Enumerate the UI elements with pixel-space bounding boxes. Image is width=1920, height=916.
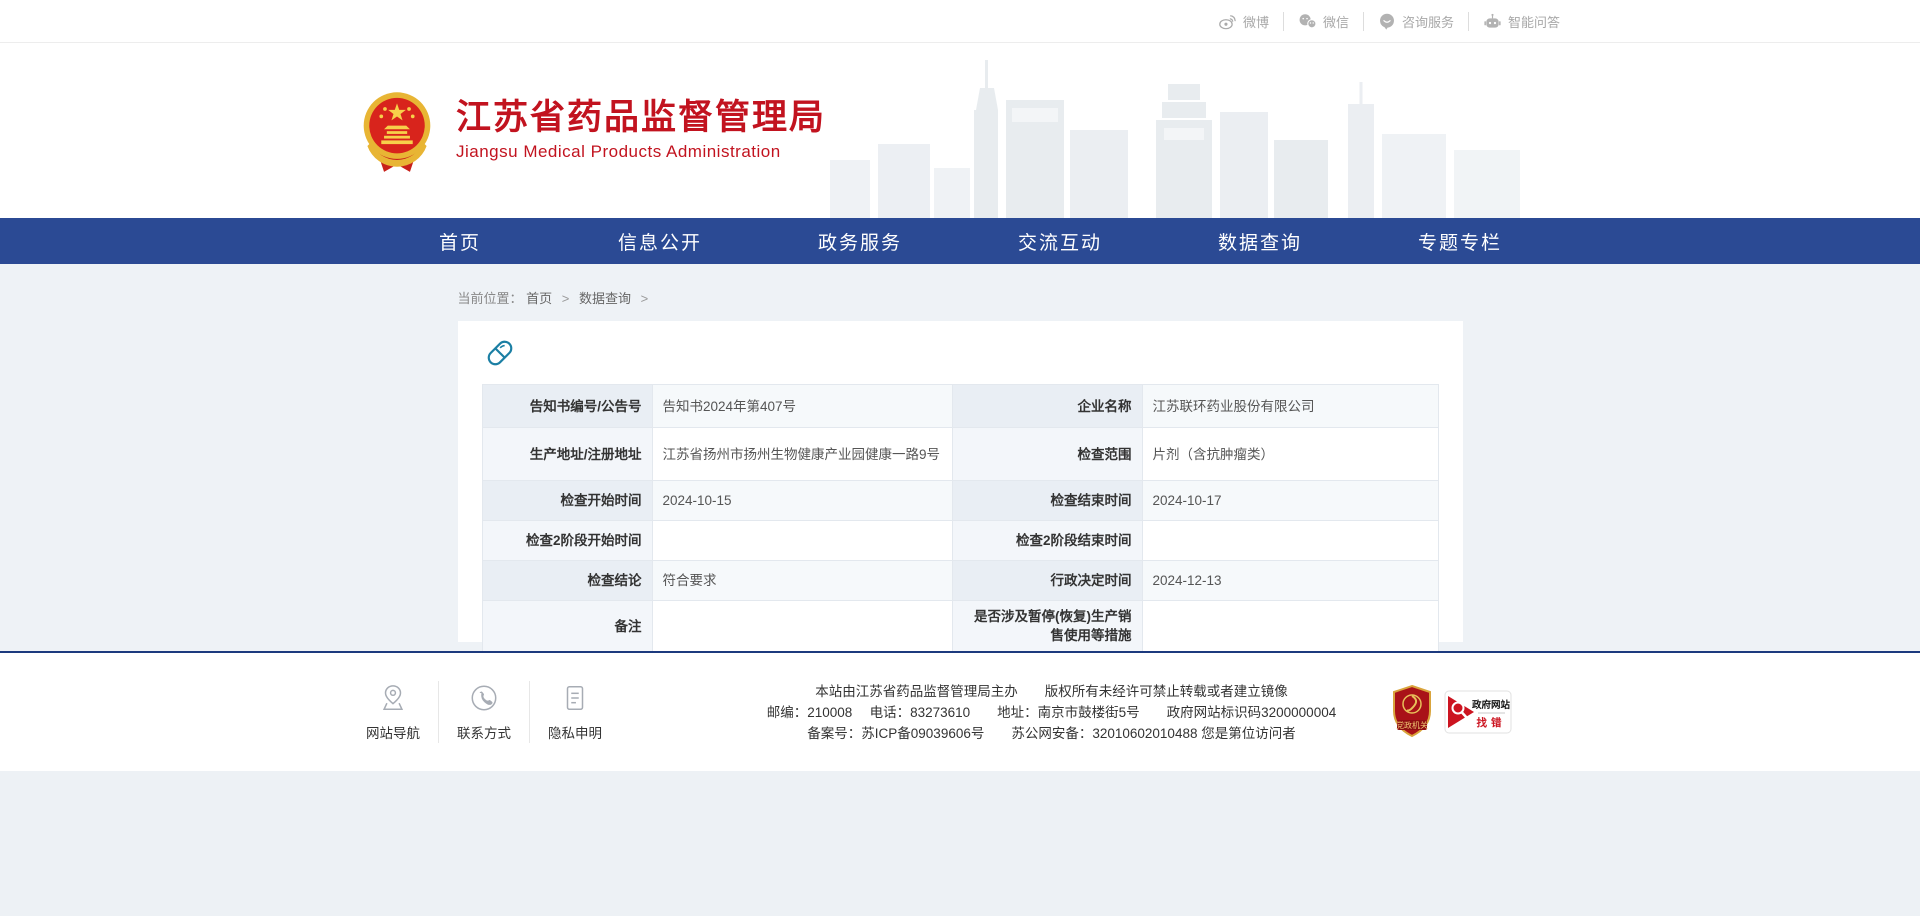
find-badge-bottom-label: 找错 xyxy=(1477,716,1506,729)
breadcrumb-data-query-link[interactable]: 数据查询 xyxy=(579,291,631,306)
consult-service-link[interactable]: 咨询服务 xyxy=(1363,12,1468,31)
footer-line-2: 邮编：210008 电话：83273610 地址：南京市鼓楼街5号 政府网站标识… xyxy=(767,705,1336,720)
wechat-link[interactable]: 微信 xyxy=(1283,12,1363,31)
field-label: 检查开始时间 xyxy=(482,481,652,521)
site-footer: 网站导航 联系方式 xyxy=(0,651,1920,771)
field-label: 生产地址/注册地址 xyxy=(482,428,652,481)
privacy-doc-icon xyxy=(560,683,590,713)
footer-separator xyxy=(529,681,530,743)
footer-privacy-label: 隐私申明 xyxy=(548,722,602,742)
party-gov-shield-badge[interactable]: 党政机关 xyxy=(1390,684,1434,740)
field-value: 片剂（含抗肿瘤类） xyxy=(1142,428,1438,481)
chat-icon xyxy=(1378,13,1396,30)
weibo-link[interactable]: 微博 xyxy=(1204,12,1283,31)
table-row: 备注 是否涉及暂停(恢复)生产销售使用等措施 xyxy=(482,601,1438,652)
field-value xyxy=(1142,521,1438,561)
main-content: 当前位置： 首页 > 数据查询 > 告知书编号/公告号 告知书2024年第407… xyxy=(0,264,1920,651)
breadcrumb-home-link[interactable]: 首页 xyxy=(526,291,552,306)
nav-data-query[interactable]: 数据查询 xyxy=(1160,218,1360,264)
field-value: 告知书2024年第407号 xyxy=(652,385,952,428)
site-subtitle: Jiangsu Medical Products Administration xyxy=(456,142,826,162)
nav-special-topics[interactable]: 专题专栏 xyxy=(1360,218,1560,264)
sub-footer-area xyxy=(0,771,1920,916)
footer-sitemap-link[interactable]: 网站导航 xyxy=(360,683,426,742)
field-value: 2024-10-17 xyxy=(1142,481,1438,521)
main-navigation: 首页 信息公开 政务服务 交流互动 数据查询 专题专栏 xyxy=(0,218,1920,264)
field-label: 检查结论 xyxy=(482,561,652,601)
table-row: 告知书编号/公告号 告知书2024年第407号 企业名称 江苏联环药业股份有限公… xyxy=(482,385,1438,428)
robot-icon xyxy=(1483,13,1502,30)
footer-links: 网站导航 联系方式 xyxy=(360,681,608,743)
field-value: 符合要求 xyxy=(652,561,952,601)
table-row: 检查结论 符合要求 行政决定时间 2024-12-13 xyxy=(482,561,1438,601)
footer-sitemap-label: 网站导航 xyxy=(366,722,420,742)
footer-info-text: 本站由江苏省药品监督管理局主办 版权所有未经许可禁止转载或者建立镜像 邮编：21… xyxy=(608,681,1390,744)
site-header: 江苏省药品监督管理局 Jiangsu Medical Products Admi… xyxy=(0,43,1920,218)
field-label: 检查2阶段开始时间 xyxy=(482,521,652,561)
field-label: 检查结束时间 xyxy=(952,481,1142,521)
table-row: 生产地址/注册地址 江苏省扬州市扬州生物健康产业园健康一路9号 检查范围 片剂（… xyxy=(482,428,1438,481)
wechat-label: 微信 xyxy=(1323,12,1349,31)
field-value xyxy=(652,601,952,652)
national-emblem-logo xyxy=(360,90,434,176)
smart-qa-link[interactable]: 智能问答 xyxy=(1468,12,1560,31)
field-value: 江苏省扬州市扬州生物健康产业园健康一路9号 xyxy=(652,428,952,481)
field-value: 江苏联环药业股份有限公司 xyxy=(1142,385,1438,428)
wechat-icon xyxy=(1298,13,1317,29)
footer-privacy-link[interactable]: 隐私申明 xyxy=(542,683,608,742)
field-value xyxy=(652,521,952,561)
footer-line-1: 本站由江苏省药品监督管理局主办 版权所有未经许可禁止转载或者建立镜像 xyxy=(815,684,1288,699)
find-badge-top-label: 政府网站 xyxy=(1472,699,1511,711)
field-value: 2024-10-15 xyxy=(652,481,952,521)
nav-info-disclosure[interactable]: 信息公开 xyxy=(560,218,760,264)
map-pin-icon xyxy=(378,683,408,713)
nav-gov-services[interactable]: 政务服务 xyxy=(760,218,960,264)
weibo-icon xyxy=(1218,13,1237,30)
breadcrumb-prefix: 当前位置： xyxy=(458,291,523,306)
gov-site-error-report-badge[interactable]: 政府网站 找错 xyxy=(1444,690,1512,734)
breadcrumb-separator: > xyxy=(562,291,570,306)
phone-icon xyxy=(469,683,499,713)
field-label: 备注 xyxy=(482,601,652,652)
footer-line-3: 备案号：苏ICP备09039606号 苏公网安备：32010602010488 … xyxy=(807,726,1295,741)
table-row: 检查开始时间 2024-10-15 检查结束时间 2024-10-17 xyxy=(482,481,1438,521)
field-value xyxy=(1142,601,1438,652)
footer-contact-label: 联系方式 xyxy=(457,722,511,742)
footer-contact-link[interactable]: 联系方式 xyxy=(451,683,517,742)
breadcrumb: 当前位置： 首页 > 数据查询 > xyxy=(458,264,1463,307)
top-utility-bar: 微博 微信 咨询服务 xyxy=(0,0,1920,43)
field-label: 检查2阶段结束时间 xyxy=(952,521,1142,561)
pill-icon xyxy=(484,337,516,369)
nav-interaction[interactable]: 交流互动 xyxy=(960,218,1160,264)
field-label: 行政决定时间 xyxy=(952,561,1142,601)
field-value: 2024-12-13 xyxy=(1142,561,1438,601)
nav-home[interactable]: 首页 xyxy=(360,218,560,264)
field-label: 是否涉及暂停(恢复)生产销售使用等措施 xyxy=(952,601,1142,652)
record-card: 告知书编号/公告号 告知书2024年第407号 企业名称 江苏联环药业股份有限公… xyxy=(458,321,1463,642)
table-row: 检查2阶段开始时间 检查2阶段结束时间 xyxy=(482,521,1438,561)
footer-badges: 党政机关 政府网站 找错 xyxy=(1390,684,1512,740)
smart-qa-label: 智能问答 xyxy=(1508,12,1560,31)
brand-block: 江苏省药品监督管理局 Jiangsu Medical Products Admi… xyxy=(456,99,826,163)
consult-service-label: 咨询服务 xyxy=(1402,12,1454,31)
site-title: 江苏省药品监督管理局 xyxy=(456,99,826,138)
breadcrumb-separator-2: > xyxy=(641,291,649,306)
field-label: 企业名称 xyxy=(952,385,1142,428)
weibo-label: 微博 xyxy=(1243,12,1269,31)
footer-separator xyxy=(438,681,439,743)
field-label: 检查范围 xyxy=(952,428,1142,481)
inspection-detail-table: 告知书编号/公告号 告知书2024年第407号 企业名称 江苏联环药业股份有限公… xyxy=(482,384,1439,651)
field-label: 告知书编号/公告号 xyxy=(482,385,652,428)
shield-badge-label: 党政机关 xyxy=(1396,720,1428,730)
